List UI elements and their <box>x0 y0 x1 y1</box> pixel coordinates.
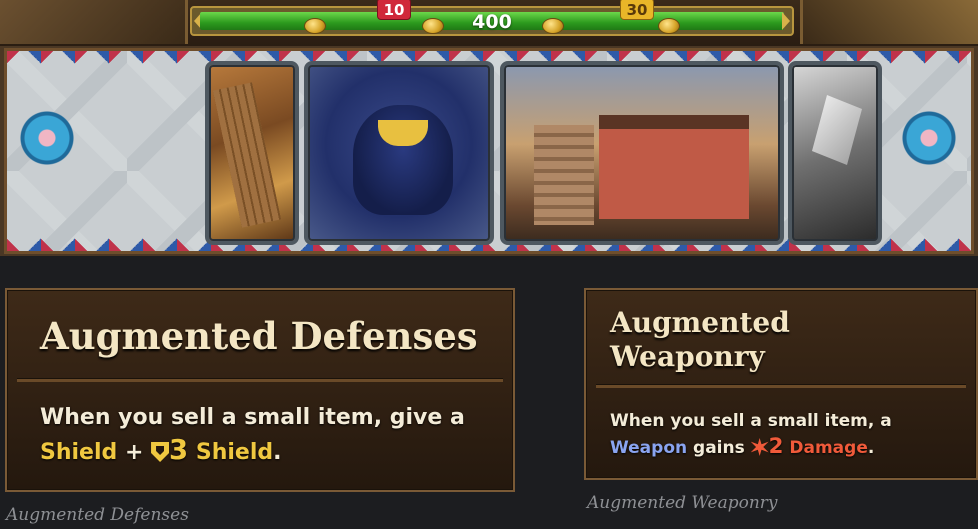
gold-bar: 400 <box>190 6 794 36</box>
shop-stage <box>4 48 974 254</box>
tooltip-augmented-defenses: Augmented Defenses When you sell a small… <box>5 288 515 492</box>
keyword-shield: Shield <box>40 440 118 465</box>
keyword-weapon: Weapon <box>610 438 688 458</box>
bar-right-arrow-icon <box>782 12 790 30</box>
shield-icon <box>151 442 170 462</box>
damage-amount: 2 <box>768 434 784 459</box>
item-card-knife[interactable] <box>788 61 882 245</box>
desc-text: When you sell a small item, a <box>610 411 892 431</box>
damage-burst-icon <box>750 438 769 456</box>
tooltip-augmented-weaponry: Augmented Weaponry When you sell a small… <box>584 288 978 480</box>
gold-value: 400 <box>472 11 512 33</box>
shield-amount: 3 <box>169 434 189 466</box>
knife-art <box>812 95 862 165</box>
item-card-plank[interactable] <box>205 61 299 245</box>
tooltip-description: When you sell a small item, a Weapon gai… <box>610 408 892 461</box>
fan-ornament-icon <box>901 109 957 167</box>
item-card-house[interactable] <box>500 61 784 245</box>
tooltip-title: Augmented Weaponry <box>610 306 790 373</box>
shop-board: 400 10 30 <box>0 0 978 256</box>
item-card-dog[interactable] <box>304 61 494 245</box>
period: . <box>273 440 282 465</box>
keyword-shield: Shield <box>195 440 274 465</box>
keyword-damage: Damage <box>789 438 868 458</box>
caption-augmented-defenses: Augmented Defenses <box>6 505 189 525</box>
desc-text: When you sell a small item, give a <box>40 405 465 430</box>
price-badge-house: 30 <box>620 0 654 20</box>
price-badge-dog: 10 <box>377 0 411 20</box>
right-corner-ornament <box>800 0 978 44</box>
tooltip-description: When you sell a small item, give a Shiel… <box>40 402 465 469</box>
top-bar: 400 <box>0 0 978 46</box>
desc-middle: gains <box>693 438 745 458</box>
period: . <box>867 438 875 458</box>
caption-augmented-weaponry: Augmented Weaponry <box>587 493 778 513</box>
tooltip-divider <box>596 384 966 388</box>
house-art <box>599 115 749 219</box>
tooltip-divider <box>17 378 503 382</box>
left-corner-ornament <box>0 0 188 44</box>
plus-sign: + <box>124 440 144 465</box>
stairs-art <box>534 125 594 225</box>
fan-ornament-icon <box>19 109 75 167</box>
plank-art <box>212 82 282 228</box>
tooltip-title: Augmented Defenses <box>40 314 478 358</box>
